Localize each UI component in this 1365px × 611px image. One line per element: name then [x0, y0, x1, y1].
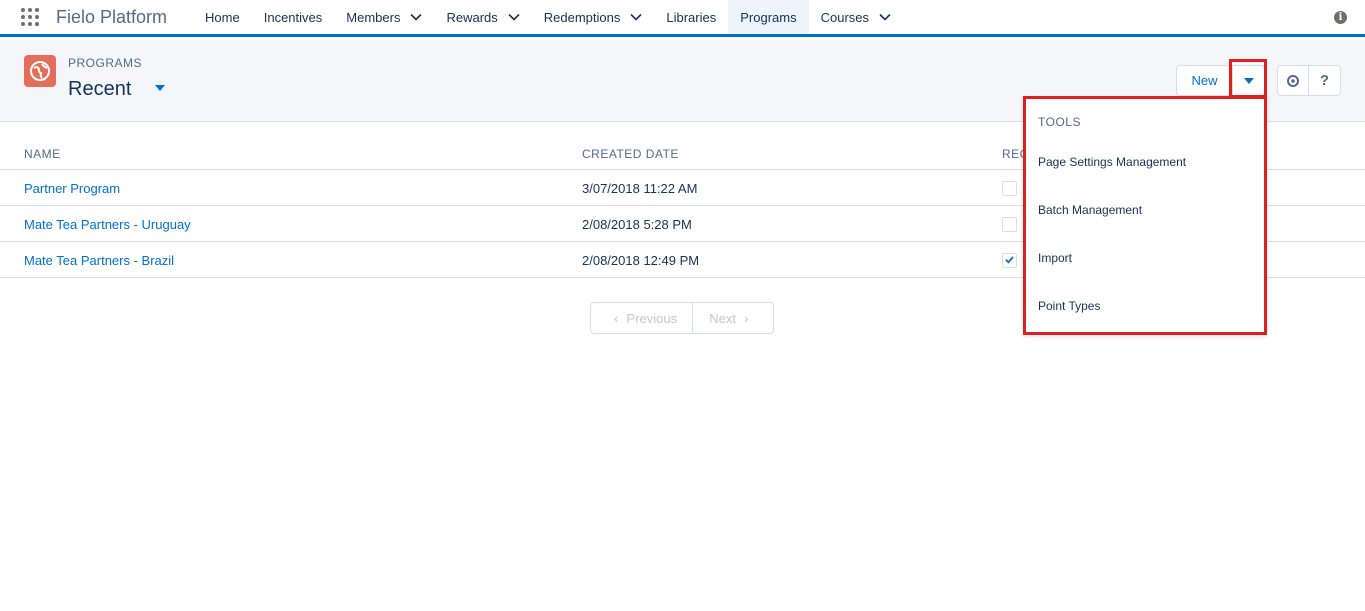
checkmark-icon — [1005, 256, 1014, 264]
refresh-icon — [1287, 74, 1299, 87]
nav-tab-label: Programs — [740, 9, 797, 25]
menu-item-page-settings-management[interactable]: Page Settings Management — [1038, 155, 1186, 169]
chevron-down-icon[interactable] — [508, 11, 520, 23]
nav-tab-libraries[interactable]: Libraries — [654, 0, 728, 34]
previous-label: Previous — [626, 310, 678, 326]
created-date: 2/08/2018 12:49 PM — [582, 253, 700, 268]
previous-button[interactable]: ‹ Previous — [590, 302, 693, 334]
help-button[interactable]: ? — [1309, 65, 1341, 96]
nav-tab-rewards[interactable]: Rewards — [434, 0, 531, 34]
list-view-caret-icon[interactable] — [155, 85, 165, 91]
nav-tab-label: Home — [205, 9, 240, 25]
refresh-button[interactable] — [1277, 65, 1309, 96]
app-launcher-icon[interactable] — [0, 0, 60, 34]
nav-tabs: Home Incentives Members Rewards Redempti… — [193, 0, 903, 37]
row-checkbox-checked — [1002, 253, 1017, 268]
top-nav: Fielo Platform Home Incentives Members R… — [0, 0, 1365, 37]
utility-button-group: ? — [1277, 65, 1341, 96]
app-name: Fielo Platform — [56, 6, 168, 27]
chevron-left-icon: ‹ — [613, 310, 619, 326]
nav-tab-programs[interactable]: Programs — [728, 0, 809, 37]
dropdown-heading: TOOLS — [1038, 115, 1081, 129]
column-header-created-date[interactable]: CREATED DATE — [582, 147, 679, 161]
pagination: ‹ Previous Next › — [590, 302, 774, 334]
nav-tab-label: Rewards — [446, 9, 498, 25]
chevron-down-icon[interactable] — [879, 11, 891, 23]
nav-tab-redemptions[interactable]: Redemptions — [532, 0, 655, 34]
menu-item-point-types[interactable]: Point Types — [1038, 299, 1100, 313]
created-date: 2/08/2018 5:28 PM — [582, 217, 692, 232]
nav-tab-label: Courses — [820, 9, 870, 25]
program-name-link[interactable]: Mate Tea Partners - Uruguay — [24, 217, 191, 232]
next-button[interactable]: Next › — [693, 302, 774, 334]
nav-tab-label: Members — [346, 9, 401, 25]
nav-tab-members[interactable]: Members — [334, 0, 434, 34]
menu-item-import[interactable]: Import — [1038, 251, 1072, 265]
chevron-right-icon: › — [744, 310, 749, 326]
chevron-down-icon[interactable] — [410, 11, 423, 23]
nav-tab-courses[interactable]: Courses — [809, 0, 903, 34]
programs-object-icon — [24, 55, 56, 87]
menu-item-batch-management[interactable]: Batch Management — [1038, 203, 1142, 217]
nav-tab-label: Redemptions — [543, 9, 621, 25]
row-checkbox — [1002, 217, 1017, 232]
new-button[interactable]: New — [1176, 65, 1233, 96]
nav-tab-incentives[interactable]: Incentives — [252, 0, 335, 34]
nav-tab-home[interactable]: Home — [193, 0, 252, 34]
program-name-link[interactable]: Partner Program — [24, 181, 120, 196]
nav-tab-label: Incentives — [263, 9, 323, 25]
next-label: Next — [709, 310, 737, 326]
program-name-link[interactable]: Mate Tea Partners - Brazil — [24, 253, 174, 268]
chevron-down-icon[interactable] — [630, 11, 642, 23]
nav-tab-label: Libraries — [666, 9, 717, 25]
tools-dropdown-menu: TOOLS Page Settings Management Batch Man… — [1023, 96, 1267, 335]
globe-icon — [30, 61, 50, 81]
column-header-name[interactable]: NAME — [24, 147, 61, 161]
more-actions-highlight — [1229, 59, 1267, 98]
row-checkbox — [1002, 181, 1017, 196]
created-date: 3/07/2018 11:22 AM — [582, 181, 698, 196]
info-icon[interactable]: i — [1334, 11, 1347, 24]
object-label: PROGRAMS — [68, 56, 143, 70]
list-view-title[interactable]: Recent — [68, 78, 131, 101]
